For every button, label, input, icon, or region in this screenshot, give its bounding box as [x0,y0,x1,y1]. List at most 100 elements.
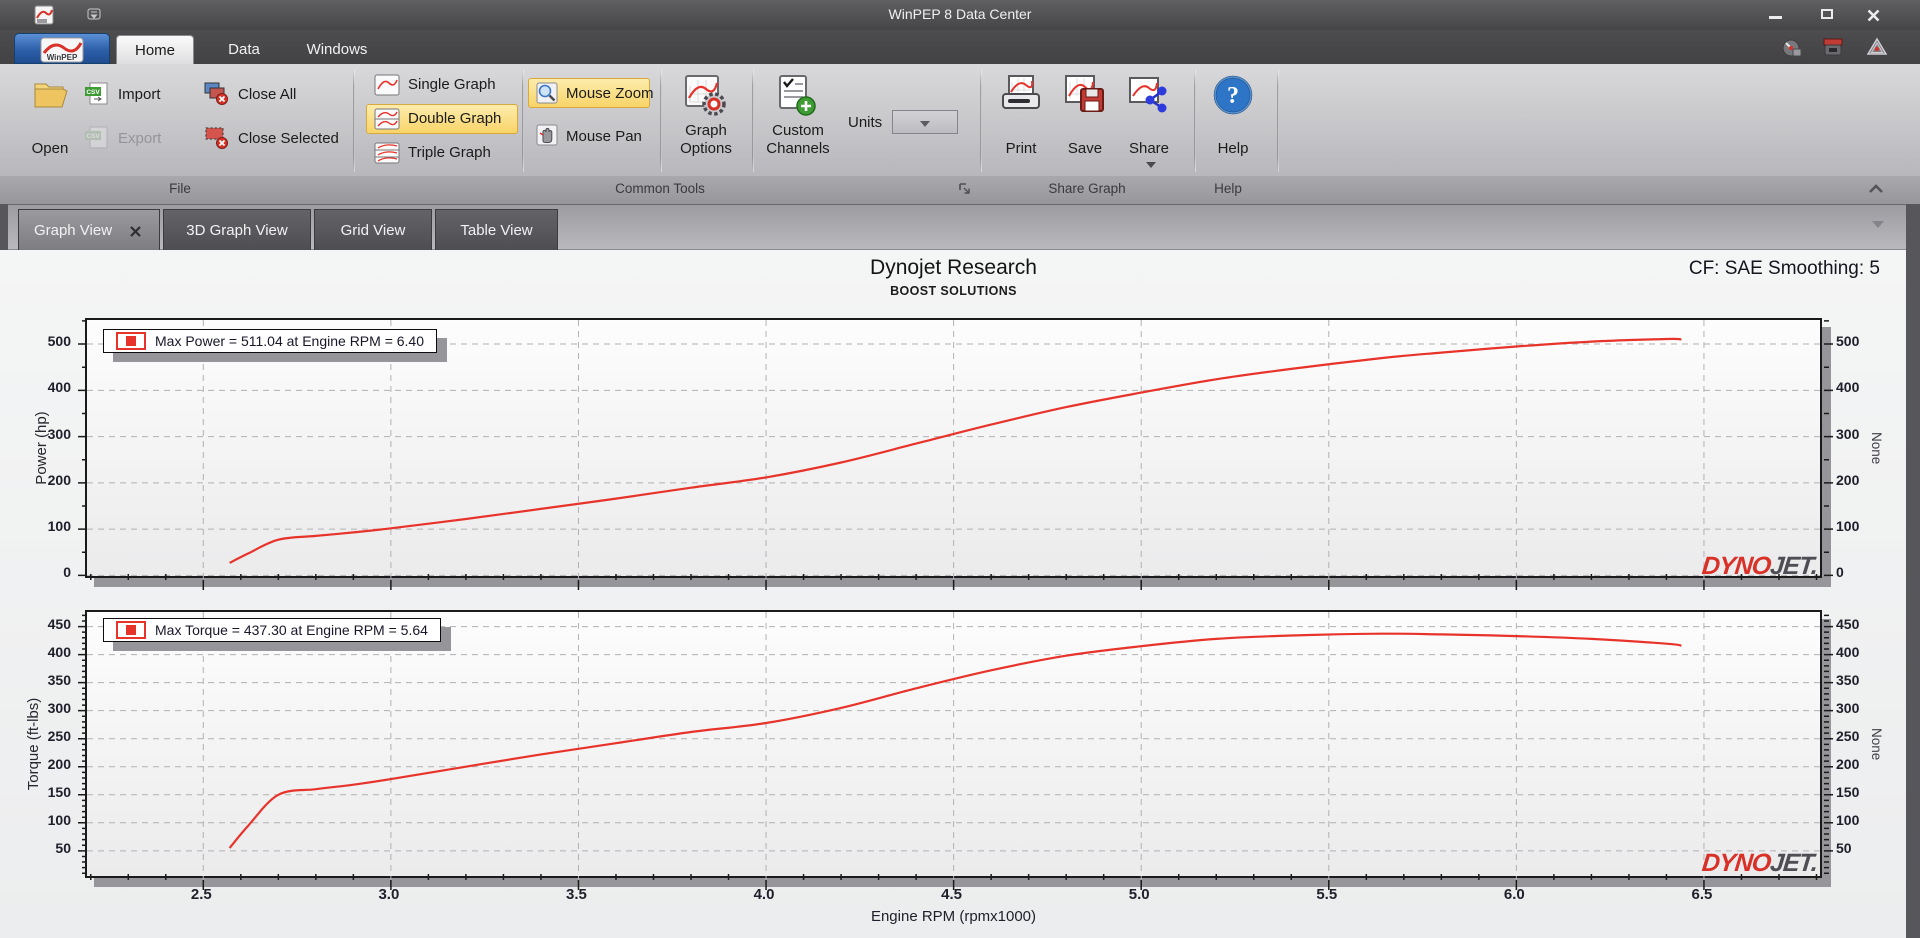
correction-info: CF: SAE Smoothing: 5 [1688,258,1880,279]
tick-label: 100 [1836,518,1860,535]
tick-label: 400 [1836,379,1860,396]
svg-text:CSV: CSV [86,133,100,140]
print-icon[interactable] [1000,74,1042,121]
prism-tool-icon[interactable] [1866,36,1888,58]
tab-graph-view-label: Graph View [33,222,113,239]
graph-options-button-line2[interactable]: Options [662,140,750,157]
tick-label: 4.0 [753,886,775,903]
ribbon-group-strip: File Common Tools Share Graph Help [0,176,1920,204]
mouse-zoom-icon[interactable] [536,82,558,109]
tick-label: 350 [47,671,71,688]
tick-label: 150 [1836,783,1860,800]
single-graph-icon[interactable] [374,74,400,101]
file-group-label: File [169,181,191,196]
units-dropdown[interactable] [892,110,958,134]
save-button[interactable]: Save [1054,140,1116,157]
help-icon[interactable]: ? [1212,74,1254,121]
view-tabstrip: Graph View 3D Graph View Grid View Table… [0,204,1920,250]
tick-label: 100 [47,518,71,535]
tick-label: 2.5 [190,886,212,903]
export-icon[interactable]: CSV [84,126,110,155]
tick-label: 6.5 [1691,886,1713,903]
import-button[interactable]: Import [118,86,161,103]
custom-channels-button-line2[interactable]: Channels [752,140,844,157]
power-series-swatch [116,332,146,350]
svg-text:WinPEP: WinPEP [47,53,78,62]
print-button[interactable]: Print [990,140,1052,157]
help-button[interactable]: Help [1202,140,1264,157]
tick-label: 200 [1836,471,1860,488]
tick-label: 300 [1836,425,1860,442]
tick-label: 0 [1836,564,1844,581]
minimize-button[interactable] [1756,4,1794,26]
graph-options-icon[interactable] [684,74,728,123]
import-icon[interactable]: CSV [84,82,110,111]
tick-label: 400 [47,379,71,396]
share-graph-group-label: Share Graph [1048,181,1126,196]
share-icon[interactable] [1128,74,1170,121]
power-plot[interactable] [78,318,1833,590]
ribbon-collapse-icon[interactable] [1866,181,1888,199]
tab-grid-view[interactable]: Grid View [314,209,432,250]
triple-graph-icon[interactable] [374,142,400,169]
mouse-pan-icon[interactable] [536,124,558,151]
triple-graph-button[interactable]: Triple Graph [408,144,491,161]
save-icon[interactable] [1064,74,1106,121]
application-menu-button[interactable]: WinPEP [14,33,110,64]
tab-3d-graph-view[interactable]: 3D Graph View [163,209,311,250]
close-all-icon[interactable] [204,82,230,111]
dyno-device-icon[interactable] [1822,36,1844,58]
chevron-down-icon [920,121,930,127]
double-graph-icon[interactable] [374,108,400,135]
share-dropdown-icon[interactable] [1146,162,1156,168]
double-graph-button[interactable]: Double Graph [408,110,501,127]
gauge-tool-icon[interactable] [1780,36,1802,58]
share-button[interactable]: Share [1118,140,1180,157]
single-graph-button[interactable]: Single Graph [408,76,496,93]
tick-label: 200 [47,755,71,772]
torque-plot[interactable] [78,610,1833,890]
close-selected-button[interactable]: Close Selected [238,130,339,147]
graph-title: Dynojet Research [870,256,1037,279]
ribbon-tab-data[interactable]: Data [212,35,276,64]
ribbon-tab-home[interactable]: Home [116,35,194,64]
power-axis-label: Power (hp) [33,411,50,485]
tick-label: 100 [1836,811,1860,828]
ribbon-tab-windows[interactable]: Windows [290,35,384,64]
tick-label: 5.5 [1316,886,1338,903]
open-icon[interactable] [32,78,70,115]
tick-label: 100 [47,811,71,828]
tick-label: 300 [47,699,71,716]
ribbon-home-panel: Open CSV Import CSV Export Close All Clo… [0,64,1920,204]
tab-table-view[interactable]: Table View [435,209,558,250]
torque-legend[interactable]: Max Torque = 437.30 at Engine RPM = 5.64 [103,618,441,642]
tick-label: 6.0 [1503,886,1525,903]
graph-subtitle: BOOST SOLUTIONS [890,284,1017,298]
close-all-button[interactable]: Close All [238,86,296,103]
tick-label: 200 [47,471,71,488]
mouse-pan-button[interactable]: Mouse Pan [566,128,642,145]
close-selected-icon[interactable] [204,126,230,155]
ribbon-tab-row: WinPEP Home Data Windows [0,30,1920,64]
power-legend[interactable]: Max Power = 511.04 at Engine RPM = 6.40 [103,329,438,353]
tick-label: 3.5 [566,886,587,903]
tab-overflow-icon[interactable] [1872,221,1884,228]
tick-label: 4.5 [941,886,963,903]
custom-channels-icon[interactable] [774,74,818,123]
svg-text:?: ? [1227,83,1239,109]
power-legend-text: Max Power = 511.04 at Engine RPM = 6.40 [155,333,425,349]
dynojet-watermark: DYNOJET. [1700,552,1819,580]
dialog-launcher-icon[interactable] [958,182,973,197]
tab-close-icon[interactable] [126,210,144,251]
tick-label: 500 [47,333,71,350]
custom-channels-button[interactable]: Custom [752,122,844,139]
export-button[interactable]: Export [118,130,161,147]
common-tools-group-label: Common Tools [615,181,705,196]
graph-options-button[interactable]: Graph [662,122,750,139]
maximize-button[interactable] [1808,4,1846,26]
open-button[interactable]: Open [18,140,82,157]
tick-label: 0 [63,564,71,581]
mouse-zoom-button[interactable]: Mouse Zoom [566,85,654,102]
close-button[interactable] [1854,4,1892,26]
tab-graph-view[interactable]: Graph View [18,209,160,250]
